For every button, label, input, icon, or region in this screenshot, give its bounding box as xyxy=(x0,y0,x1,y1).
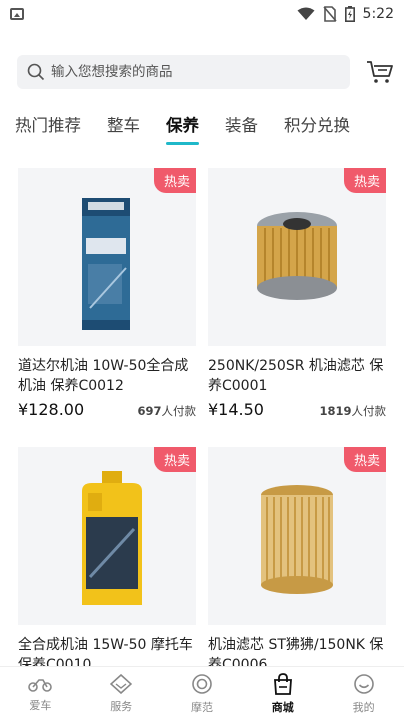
search-icon xyxy=(27,63,45,81)
nav-item-my-car[interactable]: 爱车 xyxy=(0,667,81,720)
status-bar: 5:22 xyxy=(0,0,404,28)
nav-item-mine[interactable]: 我的 xyxy=(323,667,404,720)
nav-label: 摩范 xyxy=(190,700,213,714)
shopping-cart-icon xyxy=(367,61,393,83)
hot-badge: 热卖 xyxy=(153,168,196,193)
shopping-bag-icon xyxy=(273,672,292,695)
tab-whole-vehicle[interactable]: 整车 xyxy=(107,112,140,148)
motorcycle-icon xyxy=(28,678,53,692)
product-name: 250NK/250SR 机油滤芯 保养C0001 xyxy=(208,358,384,394)
nav-label: 服务 xyxy=(110,699,133,713)
sales-count: 1819 xyxy=(319,404,352,418)
tab-points-exchange[interactable]: 积分兑换 xyxy=(284,112,350,148)
target-icon xyxy=(192,673,212,694)
bottom-nav: 爱车 服务 摩范 商城 我的 xyxy=(0,666,404,720)
image-notification-icon xyxy=(10,8,24,20)
product-card[interactable]: 热卖 250NK/250SR 机油滤芯 保养C0001 ¥14.50 1819人… xyxy=(208,168,386,419)
product-meta: ¥128.00 697人付款 xyxy=(18,400,196,419)
nav-item-service[interactable]: 服务 xyxy=(81,667,162,720)
hot-badge: 热卖 xyxy=(343,168,386,193)
tab-maintenance[interactable]: 保养 xyxy=(166,112,199,148)
smiley-icon xyxy=(353,673,374,694)
product-image[interactable]: 热卖 xyxy=(208,168,386,346)
hot-badge: 热卖 xyxy=(343,447,386,472)
product-card[interactable]: 热卖 道达尔机油 10W-50全合成机油 保养C0012 ¥128.00 697… xyxy=(18,168,196,419)
diamond-icon xyxy=(110,673,133,694)
hot-badge: 热卖 xyxy=(153,447,196,472)
filter-element-image xyxy=(261,485,333,594)
product-image[interactable]: 热卖 xyxy=(18,447,196,625)
search-row xyxy=(17,54,395,90)
oil-filter-image xyxy=(257,212,337,300)
product-price: ¥128.00 xyxy=(18,400,85,419)
product-price: ¥14.50 xyxy=(208,400,264,419)
tab-equipment[interactable]: 装备 xyxy=(225,112,258,148)
search-input[interactable] xyxy=(51,64,331,80)
product-sales: 1819人付款 xyxy=(319,403,386,419)
status-time: 5:22 xyxy=(362,6,394,22)
nav-item-mofan[interactable]: 摩范 xyxy=(162,667,243,720)
product-name: 道达尔机油 10W-50全合成机油 保养C0012 xyxy=(18,358,189,394)
oil-can-image xyxy=(82,198,130,330)
oil-bottle-image xyxy=(82,471,142,605)
cart-button[interactable] xyxy=(366,58,394,86)
nav-label: 商城 xyxy=(271,700,294,714)
no-sim-icon xyxy=(322,6,337,22)
search-box[interactable] xyxy=(17,55,350,89)
product-card[interactable]: 热卖 全合成机油 15W-50 摩托车保养C0010 xyxy=(18,447,196,675)
nav-label: 爱车 xyxy=(29,698,52,712)
product-image[interactable]: 热卖 xyxy=(18,168,196,346)
wifi-icon xyxy=(297,7,315,20)
sales-suffix: 人付款 xyxy=(161,404,197,418)
nav-item-mall[interactable]: 商城 xyxy=(242,667,323,720)
product-meta: ¥14.50 1819人付款 xyxy=(208,400,386,419)
sales-count: 697 xyxy=(137,404,162,418)
sales-suffix: 人付款 xyxy=(351,404,387,418)
product-card[interactable]: 热卖 机油滤芯 ST狒狒/150NK 保养C0006 xyxy=(208,447,386,675)
battery-icon xyxy=(344,6,355,22)
product-image[interactable]: 热卖 xyxy=(208,447,386,625)
product-sales: 697人付款 xyxy=(137,403,196,419)
nav-label: 我的 xyxy=(352,700,375,714)
tab-hot-recommend[interactable]: 热门推荐 xyxy=(15,112,81,148)
category-tabs: 热门推荐 整车 保养 装备 积分兑换 xyxy=(0,112,404,152)
